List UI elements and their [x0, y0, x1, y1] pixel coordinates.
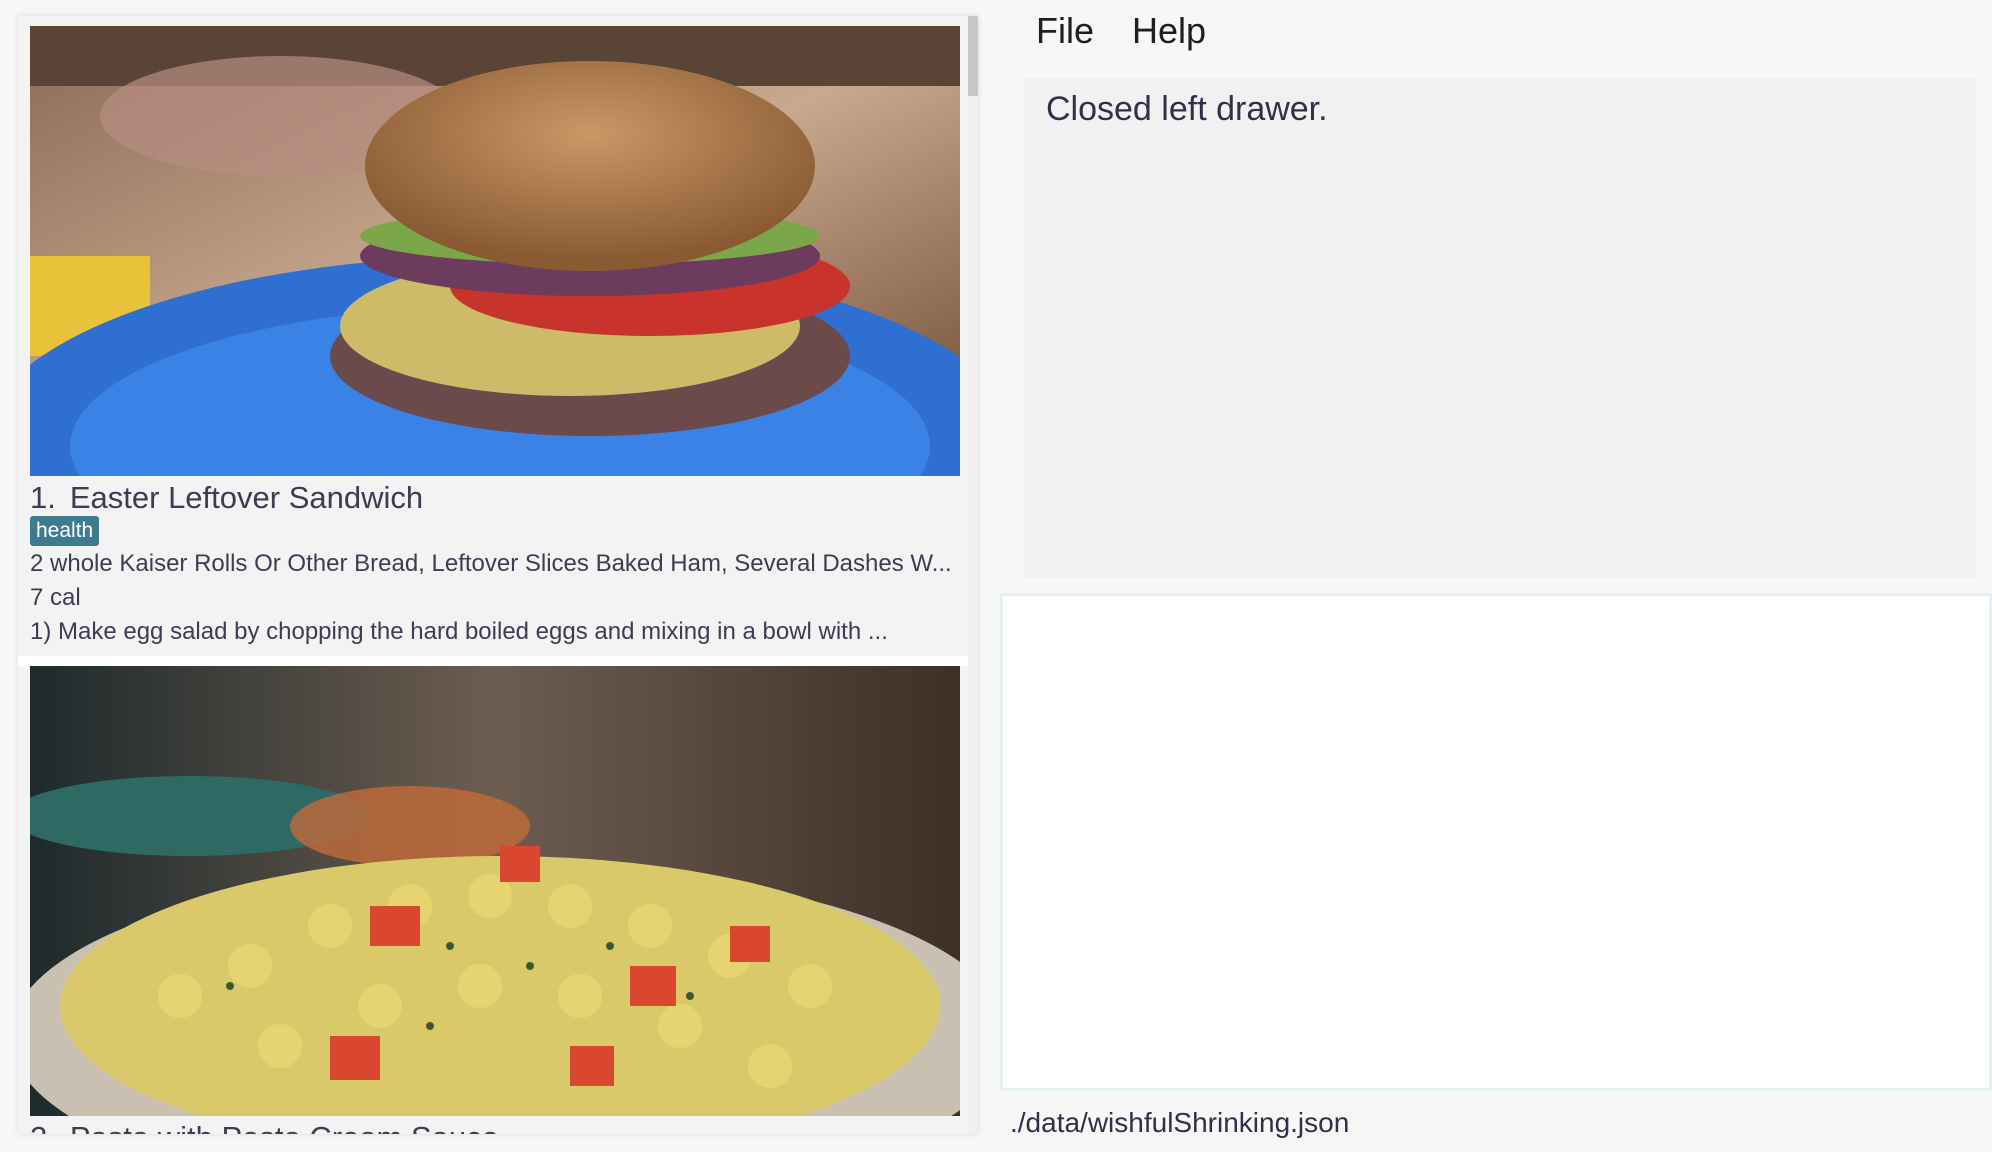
result-display: Closed left drawer.: [1024, 78, 1976, 578]
recipe-card[interactable]: 2. Pasta with Pesto Cream Sauce: [18, 666, 968, 1134]
status-bar: ./data/wishfulShrinking.json: [1000, 1093, 1992, 1152]
recipe-index: 2.: [30, 1120, 56, 1134]
command-box[interactable]: [1000, 593, 1992, 1091]
menu-file[interactable]: File: [1036, 10, 1094, 52]
recipe-calories: 7 cal: [30, 584, 81, 611]
scrollbar-track[interactable]: [968, 16, 978, 1134]
recipe-ingredients: 2 whole Kaiser Rolls Or Other Bread, Lef…: [30, 550, 952, 577]
recipe-index: 1.: [30, 480, 56, 515]
result-text: Closed left drawer.: [1046, 90, 1328, 128]
recipe-image-pasta: [30, 666, 960, 1116]
recipe-image-sandwich: [30, 26, 960, 476]
recipe-name: Easter Leftover Sandwich: [69, 480, 424, 515]
recipe-list-panel[interactable]: 1. Easter Leftover Sandwich health 2 whol…: [18, 16, 978, 1134]
recipe-name: Pasta with Pesto Cream Sauce: [70, 1120, 499, 1134]
menu-help[interactable]: Help: [1132, 10, 1206, 52]
menu-bar: File Help: [1000, 0, 1992, 62]
recipe-card[interactable]: 1. Easter Leftover Sandwich health 2 whol…: [18, 16, 968, 656]
recipe-instructions: 1) Make egg salad by chopping the hard b…: [30, 618, 888, 645]
status-file-path: ./data/wishfulShrinking.json: [1010, 1107, 1350, 1138]
recipe-title: 1. Easter Leftover Sandwich: [30, 480, 423, 516]
recipe-list[interactable]: 1. Easter Leftover Sandwich health 2 whol…: [18, 16, 968, 1134]
scrollbar-thumb[interactable]: [968, 16, 978, 96]
recipe-title: 2. Pasta with Pesto Cream Sauce: [30, 1120, 499, 1134]
tag-badge: health: [30, 516, 100, 546]
